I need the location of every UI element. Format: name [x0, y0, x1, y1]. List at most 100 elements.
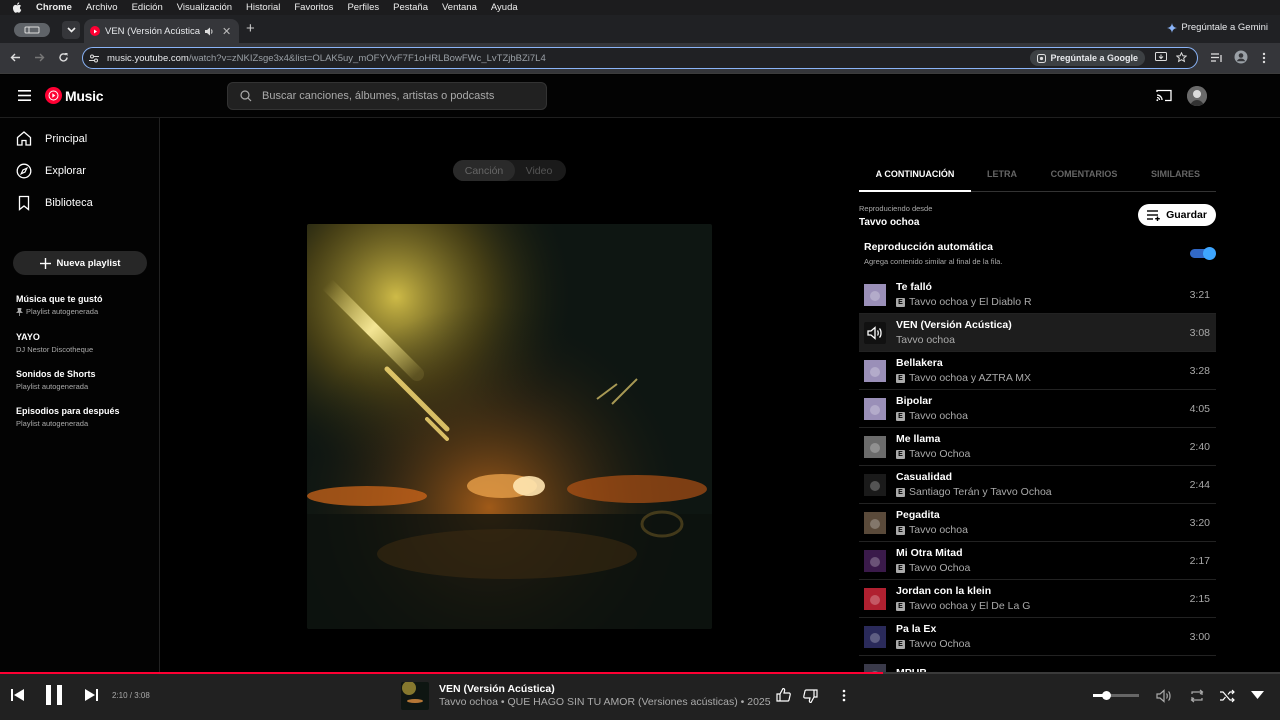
next-icon[interactable] — [85, 689, 98, 701]
dislike-icon[interactable] — [803, 689, 818, 703]
track-thumbnail[interactable] — [864, 435, 886, 458]
shuffle-icon[interactable] — [1219, 689, 1235, 703]
tab-related[interactable]: SIMILARES — [1135, 169, 1216, 192]
pause-icon[interactable] — [45, 685, 63, 705]
address-bar[interactable]: music.youtube.com /watch?v=zNKIZsge3x4&l… — [82, 47, 1198, 69]
tab-search-button[interactable] — [62, 21, 80, 39]
new-playlist-button[interactable]: Nueva playlist — [13, 251, 147, 275]
cast-icon[interactable] — [1156, 89, 1172, 102]
sidebar-playlist-yayo[interactable]: YAYO DJ Nestor Discotheque — [16, 332, 93, 354]
expand-player-icon[interactable] — [1251, 691, 1264, 699]
now-playing-thumbnail[interactable] — [401, 682, 429, 710]
track-thumbnail[interactable] — [864, 359, 886, 382]
menu-ayuda[interactable]: Ayuda — [491, 2, 518, 13]
ask-gemini-button[interactable]: Pregúntale a Gemini — [1167, 22, 1268, 33]
sidebar-playlist-episodes[interactable]: Episodios para después Playlist autogene… — [16, 406, 120, 428]
queue-row[interactable]: Pa la Ex E Tavvo Ochoa 3:00 — [859, 618, 1216, 656]
like-icon[interactable] — [776, 688, 791, 702]
track-artist[interactable]: Tavvo ochoa y AZTRA MX — [909, 372, 1031, 384]
browser-tab-active[interactable]: VEN (Versión Acústica) | Y ✕ — [84, 19, 239, 43]
save-button[interactable]: Guardar — [1138, 204, 1216, 226]
track-artist[interactable]: Tavvo Ochoa — [909, 562, 970, 574]
track-thumbnail[interactable] — [864, 397, 886, 420]
previous-icon[interactable] — [11, 689, 24, 701]
tab-comments[interactable]: COMENTARIOS — [1033, 169, 1135, 192]
autoplay-toggle[interactable] — [1190, 247, 1216, 260]
sidebar-item-biblioteca[interactable]: Biblioteca — [16, 195, 93, 211]
queue-row[interactable]: Mi Otra Mitad E Tavvo Ochoa 2:17 — [859, 542, 1216, 580]
toggle-video[interactable]: Video — [515, 160, 563, 181]
user-avatar[interactable] — [1187, 86, 1207, 106]
track-artist[interactable]: Tavvo ochoa y El De La G — [909, 600, 1030, 612]
now-playing-speaker-icon[interactable] — [864, 321, 886, 344]
menu-ventana[interactable]: Ventana — [442, 2, 477, 13]
queue-row[interactable]: Bipolar E Tavvo ochoa 4:05 — [859, 390, 1216, 428]
queue-row[interactable]: Me llama E Tavvo Ochoa 2:40 — [859, 428, 1216, 466]
track-thumbnail[interactable] — [864, 283, 886, 306]
menu-perfiles[interactable]: Perfiles — [347, 2, 379, 13]
volume-slider[interactable] — [1093, 691, 1139, 700]
menu-favoritos[interactable]: Favoritos — [294, 2, 333, 13]
speaker-icon[interactable] — [204, 27, 214, 36]
track-artist[interactable]: Tavvo Ochoa — [909, 638, 970, 650]
track-artist[interactable]: Tavvo ochoa y El Diablo R — [909, 296, 1032, 308]
ask-google-button[interactable]: Pregúntale a Google — [1030, 50, 1145, 66]
new-tab-button[interactable]: + — [246, 20, 255, 37]
side-panel-toggle-button[interactable] — [14, 23, 50, 37]
track-artist[interactable]: Tavvo ochoa — [896, 334, 955, 346]
volume-icon[interactable] — [1156, 689, 1172, 703]
repeat-icon[interactable] — [1189, 689, 1205, 703]
toggle-song[interactable]: Canción — [453, 160, 515, 181]
volume-slider-knob[interactable] — [1102, 691, 1112, 700]
track-artist[interactable]: Tavvo ochoa — [909, 524, 968, 536]
queue-row[interactable]: Casualidad E Santiago Terán y Tavvo Ochoa 2… — [859, 466, 1216, 504]
song-video-toggle[interactable]: Canción Video — [453, 160, 566, 181]
menu-chrome[interactable]: Chrome — [36, 2, 72, 13]
now-playing-title[interactable]: VEN (Versión Acústica) — [439, 683, 555, 695]
track-artist[interactable]: Tavvo Ochoa — [909, 448, 970, 460]
reading-list-icon[interactable] — [1211, 52, 1223, 63]
more-options-icon[interactable] — [842, 689, 846, 702]
menu-archivo[interactable]: Archivo — [86, 2, 118, 13]
search-input[interactable]: Buscar canciones, álbumes, artistas o po… — [227, 82, 547, 110]
queue-row[interactable]: VEN (Versión Acústica) Tavvo ochoa 3:08 — [859, 314, 1216, 352]
track-thumbnail[interactable] — [864, 625, 886, 648]
tab-lyrics[interactable]: LETRA — [971, 169, 1033, 192]
now-playing-subtitle[interactable]: Tavvo ochoa • QUE HAGO SIN TU AMOR (Vers… — [439, 696, 771, 708]
bookmark-star-icon[interactable] — [1176, 52, 1187, 63]
more-menu-icon[interactable] — [1262, 52, 1266, 64]
profile-avatar-icon[interactable] — [1234, 50, 1248, 64]
menu-edicion[interactable]: Edición — [132, 2, 163, 13]
hamburger-menu-icon[interactable] — [18, 90, 31, 101]
track-thumbnail[interactable] — [864, 473, 886, 496]
site-info-icon[interactable] — [89, 54, 99, 63]
playing-from-value[interactable]: Tavvo ochoa — [859, 217, 932, 228]
track-artist[interactable]: Tavvo ochoa — [909, 410, 968, 422]
track-thumbnail[interactable] — [864, 511, 886, 534]
sidebar-playlist-liked[interactable]: Música que te gustó Playlist autogenerad… — [16, 294, 103, 316]
tab-up-next[interactable]: A CONTINUACIÓN — [859, 169, 971, 192]
queue-row[interactable]: Jordan con la klein E Tavvo ochoa y El De … — [859, 580, 1216, 618]
queue-row[interactable]: Pegadita E Tavvo ochoa 3:20 — [859, 504, 1216, 542]
reload-icon[interactable] — [58, 52, 69, 63]
sidebar-playlist-shorts[interactable]: Sonidos de Shorts Playlist autogenerada — [16, 369, 96, 391]
track-artist[interactable]: Santiago Terán y Tavvo Ochoa — [909, 486, 1052, 498]
close-tab-icon[interactable]: ✕ — [222, 25, 231, 38]
sidebar-item-explorar[interactable]: Explorar — [16, 163, 86, 179]
menu-historial[interactable]: Historial — [246, 2, 280, 13]
sidebar-item-principal[interactable]: Principal — [16, 131, 87, 146]
queue-row[interactable]: Bellakera E Tavvo ochoa y AZTRA MX 3:28 — [859, 352, 1216, 390]
forward-arrow-icon[interactable] — [34, 52, 45, 63]
back-arrow-icon[interactable] — [10, 52, 21, 63]
menu-visualizacion[interactable]: Visualización — [177, 2, 232, 13]
track-thumbnail[interactable] — [864, 549, 886, 572]
playlist-subtitle: Playlist autogenerada — [16, 419, 89, 428]
ytmusic-logo[interactable]: Music — [45, 87, 103, 104]
progress-bar[interactable] — [0, 672, 884, 674]
track-thumbnail[interactable] — [864, 587, 886, 610]
queue-row[interactable]: Te falló E Tavvo ochoa y El Diablo R 3:21 — [859, 276, 1216, 314]
menu-pestana[interactable]: Pestaña — [393, 2, 428, 13]
apple-icon[interactable] — [12, 2, 22, 13]
progress-bar-remaining[interactable] — [883, 672, 1280, 674]
install-app-icon[interactable] — [1155, 52, 1167, 63]
